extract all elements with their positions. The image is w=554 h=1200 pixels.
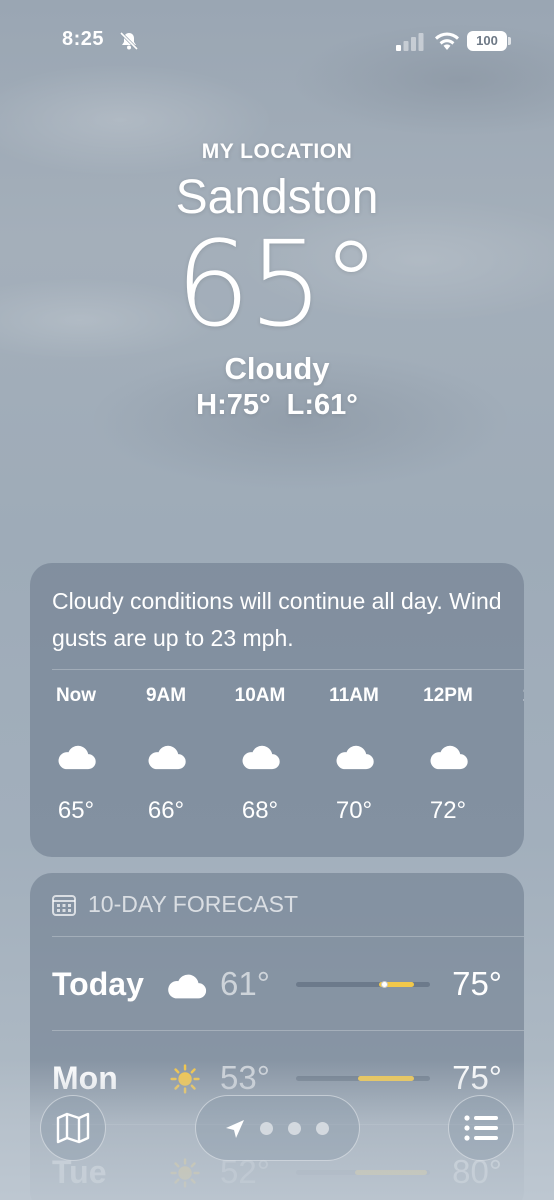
day-low: 61° — [220, 965, 270, 1002]
hour-temperature: 70° — [335, 797, 373, 824]
hour-label: 10AM — [234, 685, 286, 706]
calendar-icon — [52, 894, 76, 916]
day-high: 75° — [452, 965, 502, 1002]
status-time: 8:25 — [62, 28, 105, 50]
hour-item: 11AM 70° — [314, 681, 394, 825]
location-pager[interactable] — [195, 1095, 360, 1161]
hour-temperature: 7 — [502, 797, 524, 825]
cloud-icon — [519, 741, 524, 771]
hour-temperature: 65° — [57, 797, 95, 824]
status-bar: 8:25 100 — [0, 0, 554, 80]
current-weather-header: MY LOCATION Sandston 65° Cloudy H:75° L:… — [0, 140, 554, 422]
hour-item: Now 65° — [36, 681, 116, 825]
hour-temperature: 72° — [429, 797, 467, 824]
location-list-button[interactable] — [448, 1095, 514, 1161]
forecast-title: 10-DAY FORECAST — [88, 891, 299, 917]
hour-temperature: 66° — [147, 797, 185, 824]
forecast-header: 10-DAY FORECAST — [52, 891, 298, 918]
hourly-forecast-card[interactable]: Cloudy conditions will continue all day.… — [30, 563, 524, 857]
cloud-icon — [430, 745, 468, 770]
battery-indicator: 100 — [467, 31, 507, 51]
cloud-icon — [168, 974, 207, 999]
hour-temperature: 68° — [241, 797, 279, 824]
cloud-icon — [148, 745, 186, 770]
hour-label: 12PM — [423, 685, 473, 706]
current-condition: Cloudy — [224, 351, 330, 386]
current-temperature: 65° — [175, 215, 380, 353]
page-dot[interactable] — [260, 1122, 273, 1135]
cloud-icon — [336, 745, 374, 770]
hourly-scroll[interactable]: Now 65° 9AM 66° 10AM 68° 11AM 70° 12PM 72° 1PM 7 — [30, 681, 524, 851]
temperature-range-bar — [296, 981, 430, 988]
cloud-icon — [242, 745, 280, 770]
list-icon — [464, 1115, 498, 1141]
day-name: Today — [52, 966, 144, 1002]
weather-summary: Cloudy conditions will continue all day.… — [52, 588, 502, 651]
map-icon — [56, 1112, 90, 1144]
silent-bell-icon — [119, 31, 139, 51]
hour-item: 12PM 72° — [408, 681, 488, 825]
page-dot[interactable] — [288, 1122, 301, 1135]
cellular-signal-icon — [396, 33, 424, 51]
cloud-icon — [58, 745, 96, 770]
hour-label: 9AM — [145, 685, 187, 706]
divider — [52, 669, 524, 670]
hour-label: 1PM — [502, 681, 524, 711]
hour-item: 1PM 7 — [502, 681, 524, 825]
page-dot[interactable] — [316, 1122, 329, 1135]
location-label: MY LOCATION — [201, 140, 353, 163]
forecast-day-row[interactable]: Today 61° 75° — [30, 937, 524, 1031]
hour-label: Now — [55, 685, 97, 706]
battery-nub — [508, 37, 511, 45]
hour-item: 10AM 68° — [220, 681, 300, 825]
wifi-icon — [435, 32, 459, 50]
hour-label: 11AM — [329, 685, 379, 706]
high-low-temperature: H:75° L:61° — [196, 389, 358, 421]
location-arrow-icon — [226, 1120, 244, 1138]
current-temp-dot — [380, 981, 388, 988]
map-button[interactable] — [40, 1095, 106, 1161]
hour-item: 9AM 66° — [126, 681, 206, 825]
